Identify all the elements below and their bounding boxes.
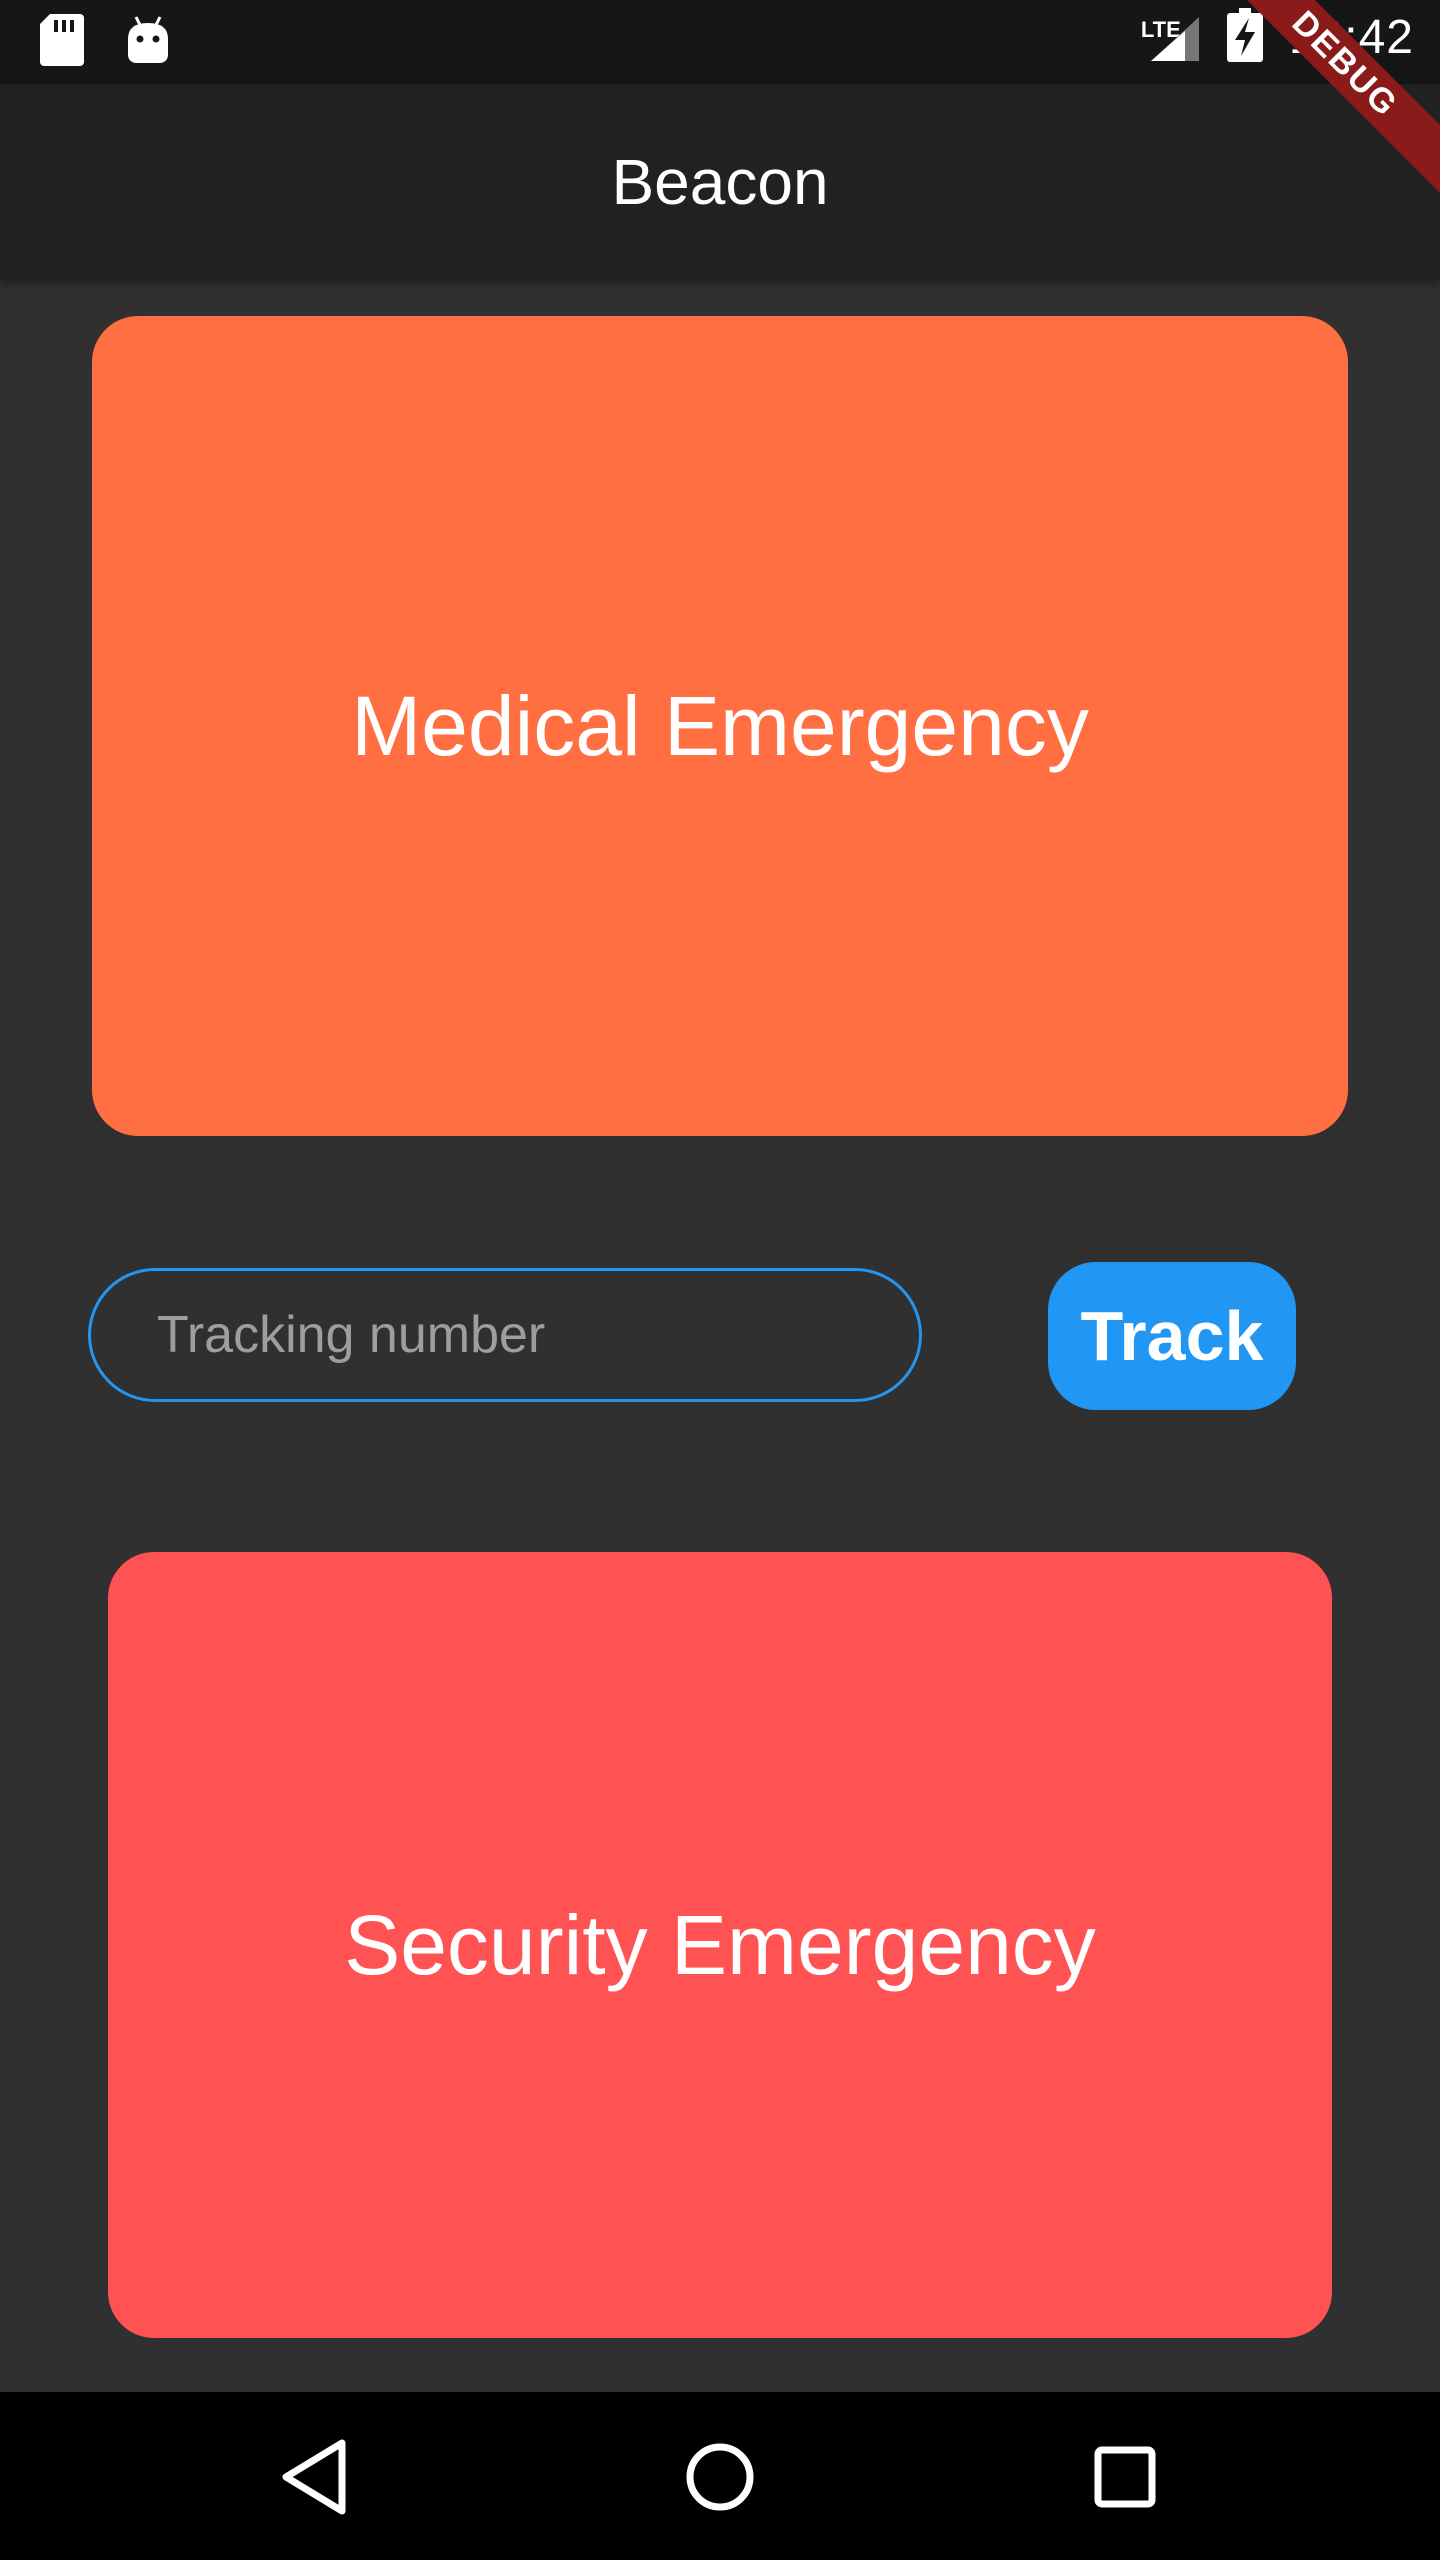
back-icon[interactable] (270, 2432, 360, 2522)
tracking-number-input[interactable] (88, 1268, 922, 1402)
status-bar: LTE 10:42 (0, 0, 1440, 84)
app-title: Beacon (611, 146, 829, 218)
sd-card-icon (40, 14, 84, 71)
navigation-bar (0, 2392, 1440, 2560)
track-button[interactable]: Track (1048, 1262, 1296, 1410)
screen: LTE 10:42 DEBUG Beacon Medical Emergency (0, 0, 1440, 2560)
android-icon (126, 15, 170, 70)
home-icon[interactable] (675, 2432, 765, 2522)
app-bar: Beacon (0, 84, 1440, 280)
medical-emergency-button[interactable]: Medical Emergency (92, 316, 1348, 1136)
security-emergency-label: Security Emergency (344, 1897, 1096, 1992)
medical-emergency-label: Medical Emergency (351, 678, 1089, 773)
battery-charging-icon (1226, 8, 1263, 67)
status-bar-left (40, 14, 170, 71)
signal-icon: LTE (1141, 13, 1201, 63)
security-emergency-button[interactable]: Security Emergency (108, 1552, 1332, 2338)
recents-icon[interactable] (1080, 2432, 1170, 2522)
